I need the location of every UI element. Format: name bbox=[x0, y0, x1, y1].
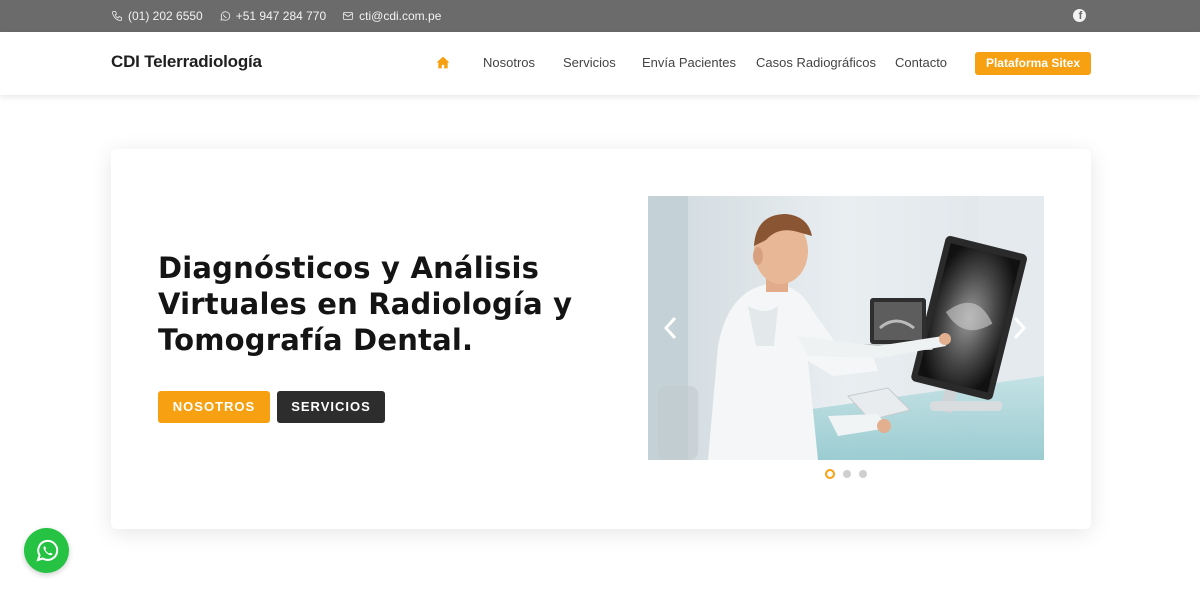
carousel-next-arrow[interactable] bbox=[1008, 314, 1030, 342]
nav-contacto[interactable]: Contacto bbox=[895, 55, 947, 70]
phone-number: (01) 202 6550 bbox=[128, 9, 203, 23]
carousel-prev-arrow[interactable] bbox=[660, 314, 682, 342]
nav-casos-radiograficos[interactable]: Casos Radiográficos bbox=[756, 55, 876, 70]
email-link[interactable]: cti@cdi.com.pe bbox=[342, 9, 441, 23]
mail-icon bbox=[343, 12, 354, 20]
main-nav: Nosotros Servicios Envía Pacientes Casos… bbox=[0, 32, 1200, 95]
whatsapp-link[interactable]: +51 947 284 770 bbox=[219, 9, 326, 23]
whatsapp-small-icon bbox=[220, 11, 230, 21]
nav-servicios[interactable]: Servicios bbox=[563, 55, 616, 70]
home-icon[interactable] bbox=[436, 56, 450, 69]
hero-headline: Diagnósticos y Análisis Virtuales en Rad… bbox=[158, 251, 573, 357]
top-bar: (01) 202 6550 +51 947 284 770 cti@cdi.co… bbox=[0, 0, 1200, 32]
servicios-button[interactable]: SERVICIOS bbox=[277, 391, 385, 423]
phone-link[interactable]: (01) 202 6550 bbox=[111, 9, 203, 23]
nav-envia-pacientes[interactable]: Envía Pacientes bbox=[642, 55, 736, 70]
carousel-dots bbox=[825, 469, 867, 479]
site-header: CDI Telerradiología Nosotros Servicios E… bbox=[0, 32, 1200, 95]
plataforma-sitex-button[interactable]: Plataforma Sitex bbox=[975, 52, 1091, 75]
nosotros-button[interactable]: NOSOTROS bbox=[158, 391, 270, 423]
carousel-dot-2[interactable] bbox=[843, 470, 851, 478]
whatsapp-number: +51 947 284 770 bbox=[235, 9, 327, 23]
contact-info: (01) 202 6550 +51 947 284 770 cti@cdi.co… bbox=[111, 0, 441, 32]
image-carousel[interactable] bbox=[648, 196, 1044, 460]
nav-nosotros[interactable]: Nosotros bbox=[483, 55, 535, 70]
facebook-icon[interactable]: f bbox=[1073, 9, 1086, 22]
hero-card: Diagnósticos y Análisis Virtuales en Rad… bbox=[111, 149, 1091, 529]
carousel-dot-3[interactable] bbox=[859, 470, 867, 478]
whatsapp-icon[interactable] bbox=[24, 528, 69, 573]
phone-icon bbox=[112, 11, 122, 21]
email-address: cti@cdi.com.pe bbox=[359, 9, 442, 23]
carousel-dot-1[interactable] bbox=[825, 469, 835, 479]
doctor-xray-image bbox=[648, 196, 1044, 460]
